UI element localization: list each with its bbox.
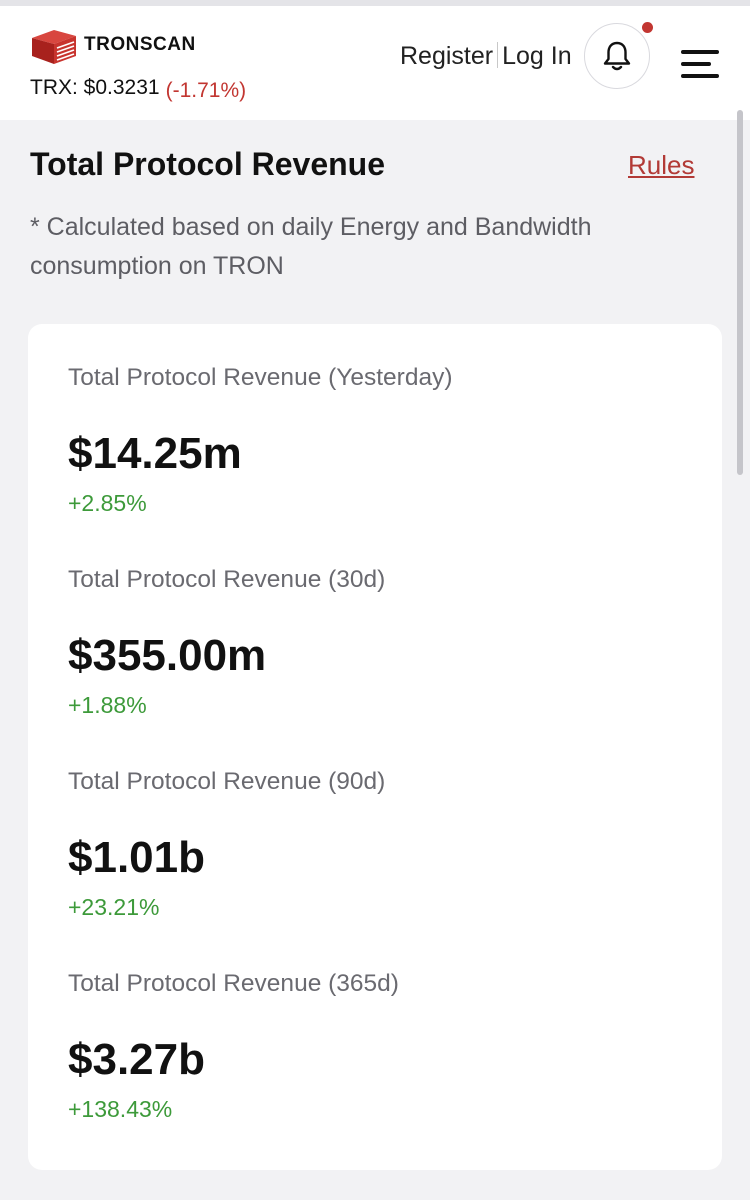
metric-change: +1.88% (68, 692, 147, 718)
notifications-button[interactable] (584, 22, 653, 89)
bell-icon (603, 41, 631, 71)
register-link[interactable]: Register (400, 42, 493, 70)
metric-value: $3.27b (68, 1035, 205, 1084)
menu-icon-line (681, 74, 719, 78)
metric-value: $14.25m (68, 429, 242, 478)
calculation-note: * Calculated based on daily Energy and B… (30, 213, 592, 280)
metric-change: +2.85% (68, 490, 147, 516)
tronscan-logo-icon (32, 30, 76, 64)
trx-price: TRX: $0.3231 (-1.71%) (30, 76, 247, 102)
metric-365d: Total Protocol Revenue (365d) $3.27b +13… (68, 968, 688, 1124)
metric-change: +23.21% (68, 894, 160, 920)
metric-label: Total Protocol Revenue (Yesterday) (68, 364, 453, 391)
page-title: Total Protocol Revenue (30, 146, 386, 182)
metric-30d: Total Protocol Revenue (30d) $355.00m +1… (68, 564, 688, 720)
page-scrollbar[interactable] (737, 110, 743, 475)
brand-name: TRONSCAN (84, 34, 196, 55)
auth-links: Register Log In (400, 42, 572, 71)
menu-button[interactable] (681, 48, 721, 80)
metric-value: $1.01b (68, 833, 205, 882)
site-header: TRONSCAN TRX: $0.3231 (-1.71%) Register Lo… (0, 6, 750, 120)
trx-price-change: (-1.71%) (165, 79, 247, 102)
revenue-card: Total Protocol Revenue (Yesterday) $14.2… (28, 324, 722, 1170)
login-link[interactable]: Log In (502, 42, 572, 70)
trx-price-value: TRX: $0.3231 (30, 76, 160, 99)
brand-logo[interactable]: TRONSCAN (30, 26, 195, 70)
metric-change: +138.43% (68, 1096, 173, 1122)
auth-divider (497, 42, 499, 68)
metric-label: Total Protocol Revenue (365d) (68, 970, 399, 997)
notification-dot (642, 22, 653, 33)
metric-value: $355.00m (68, 631, 267, 680)
metric-label: Total Protocol Revenue (30d) (68, 566, 386, 593)
rules-link[interactable]: Rules (628, 150, 694, 181)
metric-yesterday: Total Protocol Revenue (Yesterday) $14.2… (68, 362, 688, 518)
metric-90d: Total Protocol Revenue (90d) $1.01b +23.… (68, 766, 688, 922)
metric-label: Total Protocol Revenue (90d) (68, 768, 386, 795)
menu-icon (681, 50, 719, 54)
menu-icon-line (681, 62, 711, 66)
